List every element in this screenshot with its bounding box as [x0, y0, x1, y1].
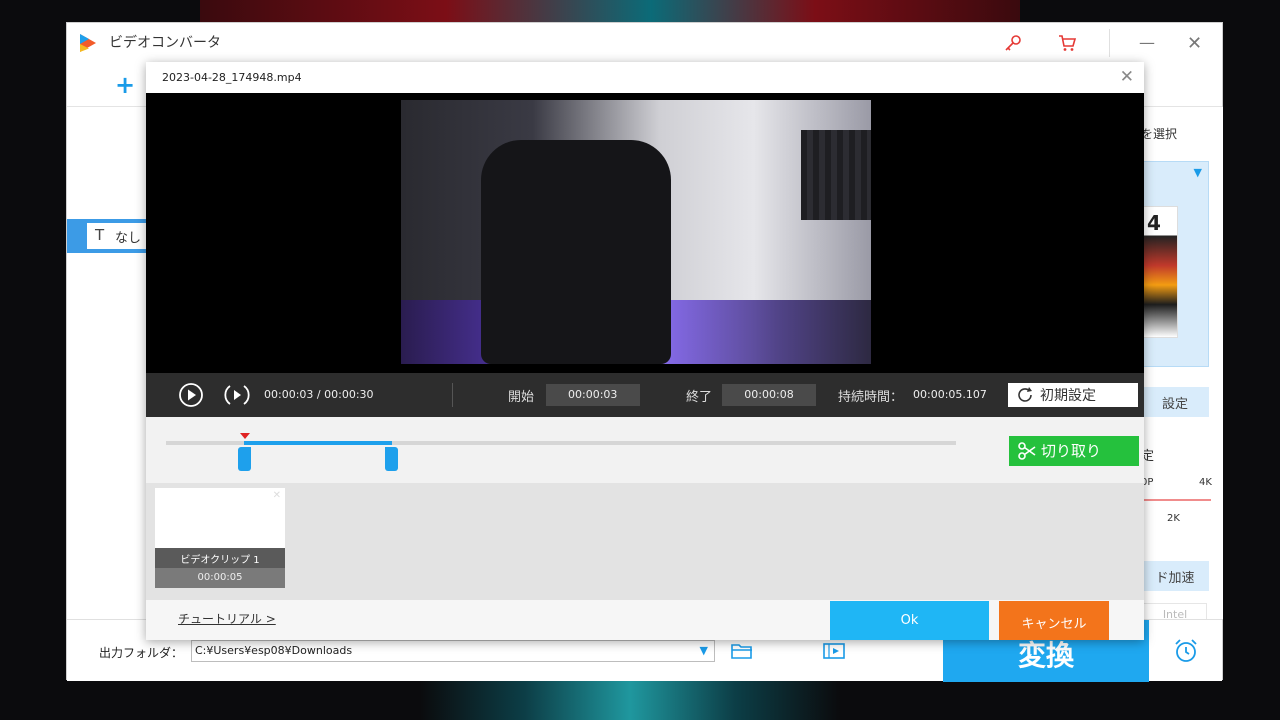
- video-chair: [481, 140, 671, 364]
- trim-timeline: 切り取り: [146, 417, 1144, 483]
- app-logo-icon: [80, 34, 96, 52]
- chevron-down-icon[interactable]: ▼: [1194, 166, 1202, 179]
- reset-button[interactable]: 初期設定: [1008, 383, 1138, 407]
- refresh-icon: [1018, 387, 1032, 402]
- video-acoustic-panel: [801, 130, 871, 220]
- timeline-selection: [244, 441, 392, 445]
- ok-button[interactable]: Ok: [830, 601, 989, 640]
- cancel-button[interactable]: キャンセル: [999, 601, 1109, 640]
- main-titlebar: ビデオコンバータ — ✕: [67, 23, 1222, 65]
- quality-max-label: 4K: [1199, 477, 1212, 488]
- app-title: ビデオコンバータ: [109, 35, 221, 51]
- desktop-wallpaper-bottom: [420, 680, 840, 720]
- settings-button[interactable]: 設定: [1141, 387, 1209, 417]
- time-separator: /: [316, 388, 321, 401]
- scissors-icon: [1018, 442, 1036, 460]
- subtitle-value: なし: [115, 231, 142, 246]
- clip-card[interactable]: ✕ ビデオクリップ 1 00:00:05: [155, 488, 285, 588]
- output-folder-path: C:¥Users¥esp08¥Downloads: [195, 644, 353, 657]
- dialog-title: 2023-04-28_174948.mp4: [162, 71, 302, 84]
- controls-divider: [452, 383, 453, 407]
- start-label: 開始: [508, 390, 535, 405]
- folder-icon[interactable]: [731, 642, 753, 660]
- minimize-icon[interactable]: —: [1139, 33, 1155, 52]
- clip-thumbnail: [155, 488, 285, 548]
- start-time-input[interactable]: 00:00:03: [546, 384, 640, 406]
- output-settings-panel: を選択 ▼ 4 設定 定 0P 4K 2K ド加速 Intel: [1141, 107, 1223, 627]
- video-folder-icon[interactable]: [823, 642, 845, 660]
- cut-label: 切り取り: [1041, 442, 1102, 460]
- playhead-marker[interactable]: [240, 433, 250, 439]
- total-time: 00:00:30: [324, 388, 374, 401]
- playback-controls: 00:00:03 / 00:00:30 開始 00:00:03 終了 00:00…: [146, 373, 1144, 417]
- hardware-acceleration-button[interactable]: ド加速: [1141, 561, 1209, 591]
- end-label: 終了: [686, 390, 713, 405]
- key-icon[interactable]: [1003, 33, 1023, 53]
- cart-icon[interactable]: [1057, 33, 1077, 53]
- quality-mid-label: 2K: [1167, 513, 1180, 524]
- chevron-down-icon[interactable]: ▼: [700, 644, 708, 657]
- trim-start-handle[interactable]: [238, 447, 251, 471]
- duration-label: 持続時間：: [838, 390, 904, 405]
- close-icon[interactable]: ✕: [1187, 33, 1202, 54]
- desktop-wallpaper-top: [200, 0, 1020, 22]
- clip-name: ビデオクリップ 1: [155, 548, 285, 568]
- clip-list: ✕ ビデオクリップ 1 00:00:05: [146, 483, 1144, 600]
- subtitle-selector[interactable]: T なし: [67, 219, 147, 253]
- trim-end-handle[interactable]: [385, 447, 398, 471]
- dialog-titlebar: 2023-04-28_174948.mp4 ✕: [146, 62, 1144, 93]
- cut-button[interactable]: 切り取り: [1009, 436, 1139, 466]
- text-icon: T: [95, 226, 105, 244]
- clip-duration: 00:00:05: [155, 568, 285, 588]
- end-time-input[interactable]: 00:00:08: [722, 384, 816, 406]
- tutorial-link[interactable]: チュートリアル >: [178, 610, 276, 627]
- format-thumb-text: 4: [1147, 211, 1161, 235]
- step-forward-icon[interactable]: [224, 382, 250, 408]
- alarm-clock-icon[interactable]: [1173, 638, 1199, 664]
- format-thumbnail: 4: [1142, 206, 1178, 338]
- subtitle-dropdown[interactable]: T なし: [87, 223, 147, 249]
- output-folder-field[interactable]: C:¥Users¥esp08¥Downloads ▼: [191, 640, 715, 662]
- quality-slider[interactable]: [1141, 499, 1211, 501]
- dialog-close-icon[interactable]: ✕: [1120, 67, 1134, 87]
- output-format-card[interactable]: ▼ 4: [1141, 161, 1209, 367]
- dialog-footer: チュートリアル > Ok キャンセル: [146, 600, 1144, 640]
- video-preview[interactable]: [401, 100, 871, 364]
- clip-close-icon[interactable]: ✕: [273, 490, 281, 501]
- trim-dialog: 2023-04-28_174948.mp4 ✕ 00:00:03 / 00:00…: [146, 62, 1144, 640]
- duration-value: 00:00:05.107: [913, 388, 987, 401]
- file-list-panel: T なし: [67, 107, 147, 619]
- playback-time: 00:00:03 / 00:00:30: [264, 388, 374, 401]
- add-file-icon[interactable]: +: [115, 71, 135, 99]
- format-select-label: を選択: [1141, 127, 1178, 141]
- play-icon[interactable]: [178, 382, 204, 408]
- reset-label: 初期設定: [1040, 388, 1096, 404]
- video-preview-area: [146, 93, 1144, 373]
- current-time: 00:00:03: [264, 388, 314, 401]
- titlebar-divider: [1109, 29, 1110, 57]
- output-folder-label: 出力フォルダ：: [99, 646, 184, 660]
